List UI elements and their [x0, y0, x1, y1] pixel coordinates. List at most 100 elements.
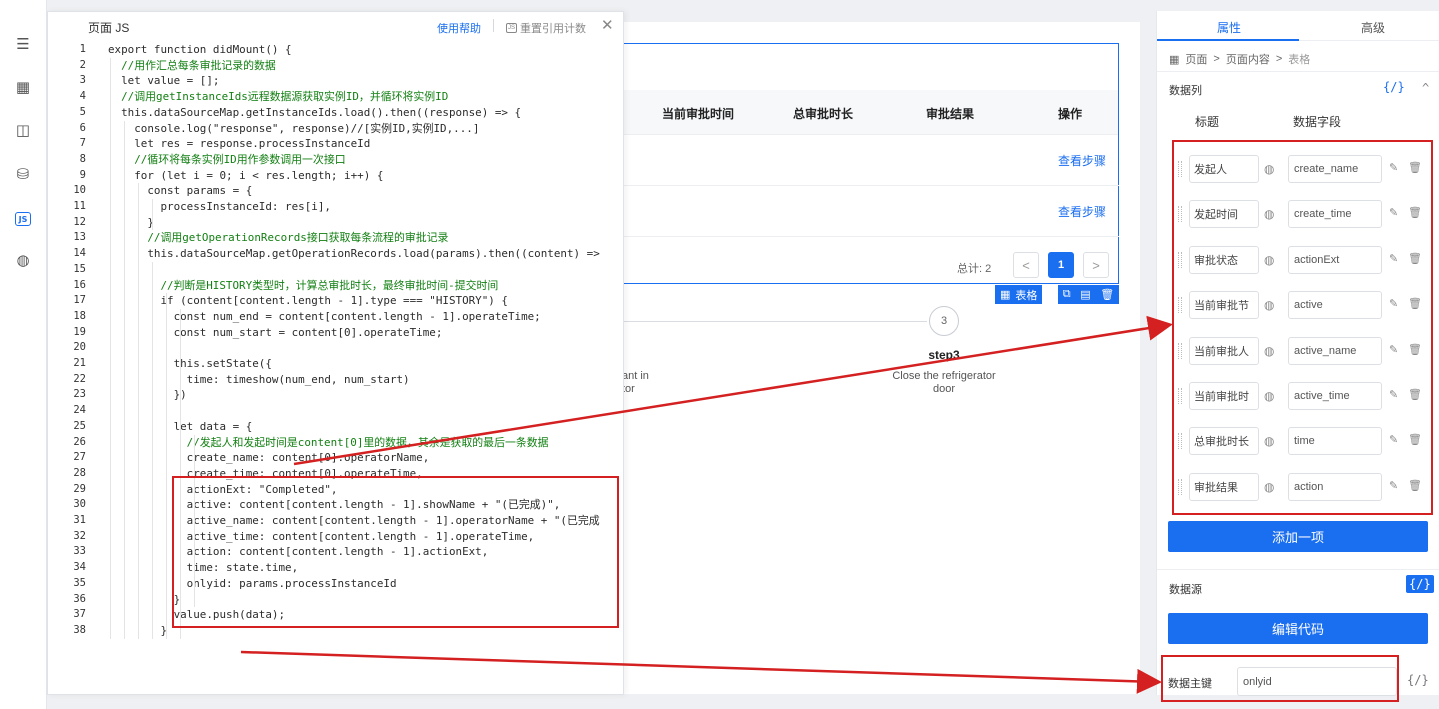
code-comment-line[interactable]: //调用getInstanceIds远程数据源获取实例ID，并循环将实例ID	[108, 89, 448, 105]
pager-total: 总计: 2	[957, 263, 992, 275]
add-item-button[interactable]: 添加一项	[1168, 521, 1428, 552]
code-comment-line[interactable]: //用作汇总每条审批记录的数据	[108, 58, 276, 74]
grid-icon[interactable]: ▦	[12, 76, 34, 98]
code-line[interactable]: this.dataSourceMap.getInstanceIds.load()…	[108, 105, 521, 121]
line-number: 18	[73, 309, 86, 322]
database-icon[interactable]: ⛁	[12, 163, 34, 185]
annotation-box-field-list	[1172, 140, 1433, 515]
code-line[interactable]: this.setState({	[108, 356, 272, 372]
code-line[interactable]: }	[108, 215, 154, 231]
primary-key-code-icon[interactable]: {/}	[1407, 673, 1429, 687]
pager-next-button[interactable]: >	[1083, 252, 1109, 278]
edit-code-button[interactable]: 编辑代码	[1168, 613, 1428, 644]
line-number: 29	[73, 482, 86, 495]
step-connector	[620, 321, 927, 322]
step-title: step3	[928, 348, 960, 362]
panel-title: 页面 JS	[88, 21, 130, 35]
line-number: 13	[73, 231, 86, 244]
pager-prev-button[interactable]: <	[1013, 252, 1039, 278]
indent-guide	[138, 183, 139, 639]
code-line[interactable]: export function didMount() {	[108, 42, 292, 58]
th-current-approval-time: 当前审批时间	[662, 107, 735, 121]
indent-guide	[124, 120, 125, 639]
code-line[interactable]: }	[108, 592, 181, 608]
line-number: 2	[79, 58, 86, 71]
line-number: 30	[73, 498, 86, 511]
pager-page-button[interactable]: 1	[1048, 252, 1074, 278]
row-divider	[620, 185, 1119, 186]
crumb-sep: >	[1213, 53, 1220, 65]
code-comment-line[interactable]: //调用getOperationRecords接口获取每条流程的审批记录	[108, 230, 448, 246]
code-icon[interactable]: {/}	[1383, 80, 1405, 94]
code-line[interactable]: processInstanceId: res[i],	[108, 199, 330, 215]
section-data-columns: 数据列	[1169, 85, 1202, 97]
view-steps-link[interactable]: 查看步骤	[1058, 203, 1106, 220]
line-number: 7	[79, 137, 86, 150]
crumb-sep: >	[1275, 53, 1283, 65]
line-number: 9	[79, 168, 86, 181]
code-line[interactable]: if (content[content.length - 1].type ===…	[108, 293, 508, 309]
screen: ☰ ▦ ◫ ⛁ JS ◍ 当前审批时间 总审批时长 审批结果 操作 查看步骤 查…	[0, 0, 1439, 709]
code-comment-line[interactable]: //判断是HISTORY类型时，计算总审批时长，最终审批时间-提交时间	[108, 278, 498, 294]
line-number: 33	[73, 545, 86, 558]
line-number: 23	[73, 388, 86, 401]
select-icon[interactable]: ▤	[1080, 288, 1090, 301]
code-line[interactable]: const num_start = content[0].operateTime…	[108, 325, 443, 341]
menu-icon[interactable]: ☰	[12, 33, 34, 55]
code-line[interactable]: for (let i = 0; i < res.length; i++) {	[108, 168, 383, 184]
reset-icon: JS	[506, 23, 517, 33]
line-number: 16	[73, 278, 86, 291]
line-number: 26	[73, 435, 86, 448]
line-number: 24	[73, 404, 86, 417]
line-number: 20	[73, 341, 86, 354]
annotation-box-primary-key	[1161, 655, 1399, 702]
js-icon[interactable]: JS	[15, 212, 31, 226]
code-line[interactable]: let res = response.processInstanceId	[108, 136, 370, 152]
page-icon: ▦	[1169, 53, 1180, 66]
divider	[1157, 569, 1439, 570]
view-steps-link[interactable]: 查看步骤	[1058, 152, 1106, 169]
line-number: 15	[73, 262, 86, 275]
line-number: 5	[79, 105, 86, 118]
code-line[interactable]: console.log("response", response)//[实例ID…	[108, 121, 479, 137]
trash-icon[interactable]: 🗑	[1100, 288, 1114, 301]
line-number: 6	[79, 121, 86, 134]
line-number: 25	[73, 419, 86, 432]
code-line[interactable]: time: timeshow(num_end, num_start)	[108, 372, 410, 388]
datasource-code-icon[interactable]: {/}	[1406, 575, 1434, 593]
code-comment-line[interactable]: //发起人和发起时间是content[0]里的数据，其余是获取的最后一条数据	[108, 435, 549, 451]
close-icon[interactable]: ✕	[601, 16, 614, 34]
code-comment-line[interactable]: //循环将每条实例ID用作参数调用一次接口	[108, 152, 345, 168]
line-number: 11	[73, 200, 86, 212]
code-line[interactable]: })	[108, 387, 187, 403]
column-header-title: 标题	[1195, 115, 1220, 129]
line-number: 38	[73, 623, 86, 636]
code-line[interactable]: let value = [];	[108, 73, 219, 89]
collapse-icon[interactable]: ^	[1422, 81, 1429, 95]
crumb-page[interactable]: 页面	[1185, 51, 1207, 67]
crumb-content[interactable]: 页面内容	[1226, 51, 1270, 67]
code-line[interactable]: const params = {	[108, 183, 252, 199]
help-link[interactable]: 使用帮助	[437, 20, 481, 36]
code-line[interactable]: this.dataSourceMap.getOperationRecords.l…	[108, 246, 599, 262]
copy-icon[interactable]: ⧉	[1063, 288, 1071, 301]
globe-icon[interactable]: ◍	[12, 249, 34, 271]
layout-icon[interactable]: ◫	[12, 119, 34, 141]
component-actions: ⧉ ▤ 🗑	[1058, 285, 1119, 304]
tab-properties[interactable]: 属性	[1217, 19, 1241, 36]
reset-ref-count-button[interactable]: JS 重置引用计数	[506, 20, 586, 36]
line-number: 8	[79, 152, 86, 165]
line-number: 31	[73, 514, 86, 526]
component-tag: ▦ 表格	[995, 285, 1043, 304]
line-number: 1	[79, 43, 86, 55]
line-number: 14	[73, 247, 86, 260]
selected-table-outline[interactable]	[620, 43, 1119, 284]
column-header-field: 数据字段	[1293, 115, 1342, 129]
tab-advanced[interactable]: 高级	[1361, 19, 1385, 36]
line-number: 19	[73, 325, 86, 338]
th-total-duration: 总审批时长	[793, 107, 854, 121]
code-line[interactable]: const num_end = content[content.length -…	[108, 309, 541, 325]
code-line[interactable]: create_name: content[0].operatorName,	[108, 450, 430, 466]
panel-header: 页面 JS 使用帮助 JS 重置引用计数 ✕	[48, 12, 623, 40]
row-divider	[620, 236, 1119, 237]
